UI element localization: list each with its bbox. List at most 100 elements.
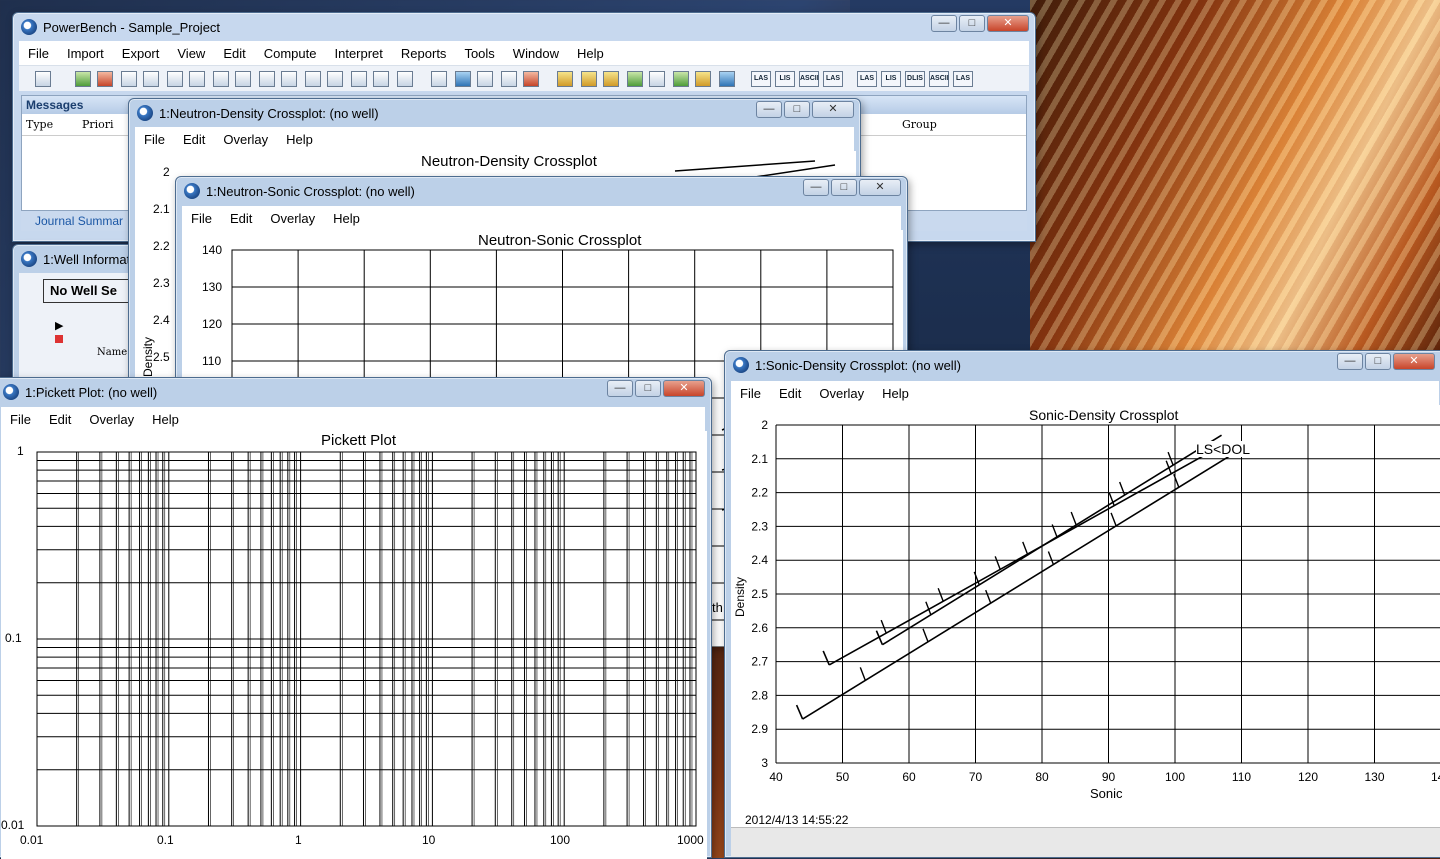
minimize-button[interactable]: — xyxy=(1337,353,1363,370)
pickett-xtick: 0.1 xyxy=(157,833,174,847)
crossplot-icon[interactable] xyxy=(143,71,159,87)
minimize-button[interactable]: — xyxy=(756,101,782,118)
minimize-button[interactable]: — xyxy=(931,15,957,32)
histogram-icon[interactable] xyxy=(327,71,343,87)
import-dlis-icon[interactable]: DLIS xyxy=(905,71,925,87)
close-button[interactable]: ✕ xyxy=(663,380,705,397)
well-info-titlebar[interactable]: 1:Well Informat xyxy=(13,245,141,273)
ns-titlebar[interactable]: 1:Neutron-Sonic Crossplot: (no well) xyxy=(176,177,907,205)
database-icon[interactable] xyxy=(627,71,643,87)
menu-interpret[interactable]: Interpret xyxy=(325,46,391,61)
map-icon[interactable] xyxy=(673,71,689,87)
main-titlebar[interactable]: PowerBench - Sample_Project xyxy=(13,13,1035,41)
maximize-button[interactable]: □ xyxy=(635,380,661,397)
lock-icon[interactable] xyxy=(55,335,63,343)
menu-overlay[interactable]: Overlay xyxy=(810,386,873,401)
menu-edit[interactable]: Edit xyxy=(40,412,80,427)
menu-edit[interactable]: Edit xyxy=(214,46,254,61)
sd-tick-mark xyxy=(994,556,1001,570)
menu-file[interactable]: File xyxy=(182,211,221,226)
crossplot-icon[interactable] xyxy=(305,71,321,87)
crossplot-icon[interactable] xyxy=(167,71,183,87)
image-icon[interactable] xyxy=(97,71,113,87)
tool-icon[interactable] xyxy=(649,71,665,87)
grid-icon[interactable] xyxy=(213,71,229,87)
maximize-button[interactable]: □ xyxy=(1365,353,1391,370)
import-lis-icon[interactable]: LIS xyxy=(881,71,901,87)
crossplot-icon[interactable] xyxy=(281,71,297,87)
menu-reports[interactable]: Reports xyxy=(392,46,456,61)
menu-import[interactable]: Import xyxy=(58,46,113,61)
menu-overlay[interactable]: Overlay xyxy=(80,412,143,427)
menu-help[interactable]: Help xyxy=(873,386,918,401)
crossplot-icon[interactable] xyxy=(235,71,251,87)
sd-xtick: 130 xyxy=(1364,770,1384,784)
ns-icon[interactable] xyxy=(501,71,517,87)
compute-icon[interactable] xyxy=(455,71,471,87)
sd-titlebar[interactable]: 1:Sonic-Density Crossplot: (no well) xyxy=(725,351,1440,379)
log-view-icon[interactable] xyxy=(75,71,91,87)
menu-view[interactable]: View xyxy=(168,46,214,61)
menu-help[interactable]: Help xyxy=(143,412,188,427)
delete-icon[interactable] xyxy=(523,71,539,87)
menu-overlay[interactable]: Overlay xyxy=(214,132,277,147)
menu-file[interactable]: File xyxy=(19,46,58,61)
close-button[interactable]: ✕ xyxy=(812,101,854,118)
sd-timestamp: 2012/4/13 14:55:22 xyxy=(745,813,849,827)
table-icon[interactable] xyxy=(397,71,413,87)
sd-tick-mark xyxy=(880,619,887,634)
zone-icon[interactable] xyxy=(557,71,573,87)
books-icon[interactable] xyxy=(719,71,735,87)
sd-ytick: 2.4 xyxy=(751,553,768,567)
close-button[interactable]: ✕ xyxy=(987,15,1029,32)
crossplot-icon[interactable] xyxy=(259,71,275,87)
export-las-icon[interactable]: LAS xyxy=(751,71,771,87)
well-selector[interactable]: No Well Se xyxy=(43,279,137,303)
sd-ytick: 2.7 xyxy=(751,655,768,669)
export-las-icon[interactable]: LAS xyxy=(823,71,843,87)
menu-tools[interactable]: Tools xyxy=(455,46,503,61)
column-group[interactable]: Group xyxy=(902,114,937,135)
menu-help[interactable]: Help xyxy=(324,211,369,226)
sd-xtick: 60 xyxy=(902,770,916,784)
menu-compute[interactable]: Compute xyxy=(255,46,326,61)
export-lis-icon[interactable]: LIS xyxy=(775,71,795,87)
close-button[interactable]: ✕ xyxy=(1393,353,1435,370)
name-column-header[interactable]: Name xyxy=(97,347,127,358)
calculator-icon[interactable] xyxy=(431,71,447,87)
minimize-button[interactable]: — xyxy=(607,380,633,397)
menu-help[interactable]: Help xyxy=(277,132,322,147)
menu-file[interactable]: File xyxy=(1,412,40,427)
maximize-button[interactable]: □ xyxy=(959,15,985,32)
menu-edit[interactable]: Edit xyxy=(770,386,810,401)
maximize-button[interactable]: □ xyxy=(784,101,810,118)
texture-icon[interactable] xyxy=(695,71,711,87)
menu-help[interactable]: Help xyxy=(568,46,613,61)
zone-icon[interactable] xyxy=(603,71,619,87)
play-icon[interactable]: ▶ xyxy=(55,319,63,332)
crossplot-icon[interactable] xyxy=(189,71,205,87)
import-las-icon[interactable]: LAS xyxy=(857,71,877,87)
menu-file[interactable]: File xyxy=(135,132,174,147)
chart-icon[interactable] xyxy=(373,71,389,87)
menu-overlay[interactable]: Overlay xyxy=(261,211,324,226)
sd-xtick: 80 xyxy=(1035,770,1049,784)
nd-titlebar[interactable]: 1:Neutron-Density Crossplot: (no well) xyxy=(129,99,860,127)
menu-edit[interactable]: Edit xyxy=(174,132,214,147)
menu-export[interactable]: Export xyxy=(113,46,169,61)
minimize-button[interactable]: — xyxy=(803,179,829,196)
menu-window[interactable]: Window xyxy=(504,46,568,61)
menu-file[interactable]: File xyxy=(731,386,770,401)
export-ascii-icon[interactable]: ASCII xyxy=(799,71,819,87)
open-project-icon[interactable] xyxy=(35,71,51,87)
close-button[interactable]: ✕ xyxy=(859,179,901,196)
import-las-icon[interactable]: LAS xyxy=(953,71,973,87)
maximize-button[interactable]: □ xyxy=(831,179,857,196)
zone-icon[interactable] xyxy=(581,71,597,87)
nd-icon[interactable] xyxy=(477,71,493,87)
crossplot-icon[interactable] xyxy=(121,71,137,87)
chart-icon[interactable] xyxy=(351,71,367,87)
column-type[interactable]: Type xyxy=(22,114,82,135)
menu-edit[interactable]: Edit xyxy=(221,211,261,226)
import-ascii-icon[interactable]: ASCII xyxy=(929,71,949,87)
